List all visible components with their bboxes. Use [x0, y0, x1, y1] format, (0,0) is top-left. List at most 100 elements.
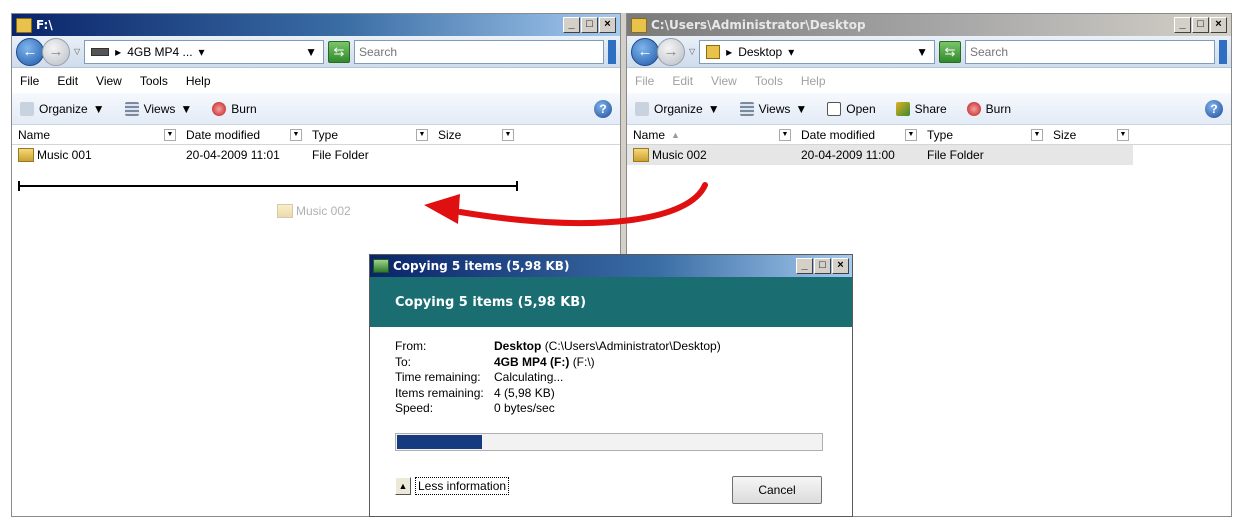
- maximize-button[interactable]: □: [814, 258, 831, 274]
- minimize-button[interactable]: _: [1174, 17, 1191, 33]
- type-cell: File Folder: [312, 148, 369, 162]
- search-button[interactable]: [608, 39, 616, 64]
- menu-tools[interactable]: Tools: [140, 74, 168, 88]
- search-button[interactable]: [1219, 39, 1227, 64]
- items-remaining-value: 4 (5,98 KB): [494, 385, 555, 400]
- type-cell: File Folder: [927, 148, 984, 162]
- sort-ascending-icon: ▲: [671, 129, 680, 140]
- recent-pages-dropdown-icon[interactable]: ▽: [689, 47, 695, 56]
- share-button[interactable]: Share: [895, 101, 947, 116]
- menu-help[interactable]: Help: [801, 74, 826, 88]
- chevron-up-icon[interactable]: ▲: [395, 477, 411, 495]
- column-header-type[interactable]: Type ▼: [921, 125, 1047, 144]
- close-button[interactable]: ×: [1210, 17, 1227, 33]
- dialog-body: From: Desktop (C:\Users\Administrator\De…: [370, 327, 852, 516]
- address-input[interactable]: ▸ 4GB MP4 ... ▾ ▼: [84, 39, 324, 64]
- chevron-down-icon: ▼: [92, 101, 105, 116]
- menu-help[interactable]: Help: [186, 74, 211, 88]
- organize-button[interactable]: Organize ▼: [635, 101, 720, 116]
- column-filter-icon[interactable]: ▼: [416, 129, 428, 141]
- drive-icon: [91, 47, 110, 56]
- search-input[interactable]: [354, 39, 604, 64]
- drag-ghost-item: Music 002: [277, 204, 351, 218]
- command-bar: Organize ▼ Views ▼ Open Share Burn ?: [627, 93, 1231, 125]
- address-input[interactable]: ▸ Desktop ▾ ▼: [699, 39, 935, 64]
- close-button[interactable]: ×: [599, 17, 616, 33]
- menu-file[interactable]: File: [20, 74, 39, 88]
- forward-button[interactable]: →: [42, 37, 70, 66]
- menu-file[interactable]: File: [635, 74, 654, 88]
- search-input[interactable]: [965, 39, 1215, 64]
- dialog-title-bar[interactable]: Copying 5 items (5,98 KB) _ □ ×: [370, 255, 852, 277]
- menu-view[interactable]: View: [96, 74, 122, 88]
- time-remaining-value: Calculating...: [494, 370, 564, 384]
- column-filter-icon[interactable]: ▼: [1031, 129, 1043, 141]
- folder-icon: [277, 204, 293, 218]
- views-button[interactable]: Views ▼: [124, 101, 193, 116]
- burn-button[interactable]: Burn: [212, 101, 257, 116]
- from-row: From: Desktop (C:\Users\Administrator\De…: [395, 339, 721, 353]
- organize-icon: [20, 101, 34, 116]
- column-filter-icon[interactable]: ▼: [1117, 129, 1129, 141]
- column-header-name[interactable]: Name ▼: [12, 125, 180, 144]
- open-button[interactable]: Open: [827, 101, 876, 116]
- organize-button[interactable]: Organize ▼: [20, 101, 105, 116]
- burn-icon: [966, 101, 981, 116]
- column-filter-icon[interactable]: ▼: [164, 129, 176, 141]
- menu-edit[interactable]: Edit: [57, 74, 78, 88]
- help-icon[interactable]: ?: [1205, 99, 1223, 118]
- recent-pages-dropdown-icon[interactable]: ▽: [74, 47, 80, 56]
- less-information-toggle[interactable]: ▲ Less information: [395, 477, 510, 495]
- back-button[interactable]: ←: [16, 37, 44, 66]
- breadcrumb-dropdown-icon[interactable]: ▾: [199, 45, 205, 59]
- menu-tools[interactable]: Tools: [755, 74, 783, 88]
- organize-icon: [635, 101, 649, 116]
- to-row: To: 4GB MP4 (F:) (F:\): [395, 354, 595, 369]
- title-bar[interactable]: F:\ _ □ ×: [12, 14, 620, 36]
- menu-view[interactable]: View: [711, 74, 737, 88]
- maximize-button[interactable]: □: [1192, 17, 1209, 33]
- column-header-date-modified[interactable]: Date modified ▼: [795, 125, 921, 144]
- column-header-type[interactable]: Type ▼: [306, 125, 432, 144]
- file-list-row[interactable]: Music 001 20-04-2009 11:01 File Folder: [12, 145, 620, 165]
- column-header-size[interactable]: Size ▼: [1047, 125, 1133, 144]
- maximize-button[interactable]: □: [581, 17, 598, 33]
- arrow-curve: [457, 182, 708, 226]
- column-filter-icon[interactable]: ▼: [290, 129, 302, 141]
- column-filter-icon[interactable]: ▼: [502, 129, 514, 141]
- file-list-row[interactable]: Music 002 20-04-2009 11:00 File Folder: [627, 145, 1133, 165]
- address-breadcrumb[interactable]: Desktop: [738, 45, 782, 59]
- column-header-date-modified[interactable]: Date modified ▼: [180, 125, 306, 144]
- column-filter-icon[interactable]: ▼: [779, 129, 791, 141]
- menu-edit[interactable]: Edit: [672, 74, 693, 88]
- forward-button[interactable]: →: [657, 37, 685, 66]
- column-header-size[interactable]: Size ▼: [432, 125, 518, 144]
- refresh-icon[interactable]: ⇆: [328, 40, 350, 63]
- minimize-button[interactable]: _: [796, 258, 813, 274]
- back-button[interactable]: ←: [631, 37, 659, 66]
- refresh-icon[interactable]: ⇆: [939, 40, 961, 63]
- address-history-dropdown-icon[interactable]: ▼: [305, 45, 317, 59]
- column-header-name[interactable]: Name ▲ ▼: [627, 125, 795, 144]
- address-breadcrumb[interactable]: 4GB MP4 ...: [127, 45, 192, 59]
- date-cell: 20-04-2009 11:00: [801, 148, 895, 162]
- close-button[interactable]: ×: [832, 258, 849, 274]
- title-bar[interactable]: C:\Users\Administrator\Desktop _ □ ×: [627, 14, 1231, 36]
- progress-fill: [397, 434, 482, 449]
- breadcrumb-arrow-icon[interactable]: ▸: [115, 45, 121, 59]
- breadcrumb-dropdown-icon[interactable]: ▾: [788, 45, 794, 59]
- burn-button[interactable]: Burn: [966, 101, 1011, 116]
- views-icon: [739, 101, 754, 116]
- minimize-button[interactable]: _: [563, 17, 580, 33]
- chevron-down-icon: ▼: [180, 101, 193, 116]
- folder-icon: [706, 44, 721, 59]
- drag-arrow-annotation: [424, 182, 708, 226]
- help-icon[interactable]: ?: [594, 99, 612, 118]
- menu-bar: File Edit View Tools Help: [627, 68, 1231, 93]
- breadcrumb-arrow-icon[interactable]: ▸: [726, 45, 732, 59]
- dialog-banner: Copying 5 items (5,98 KB): [370, 277, 852, 327]
- address-history-dropdown-icon[interactable]: ▼: [916, 45, 928, 59]
- views-button[interactable]: Views ▼: [739, 101, 807, 116]
- cancel-button[interactable]: Cancel: [732, 476, 822, 504]
- column-filter-icon[interactable]: ▼: [905, 129, 917, 141]
